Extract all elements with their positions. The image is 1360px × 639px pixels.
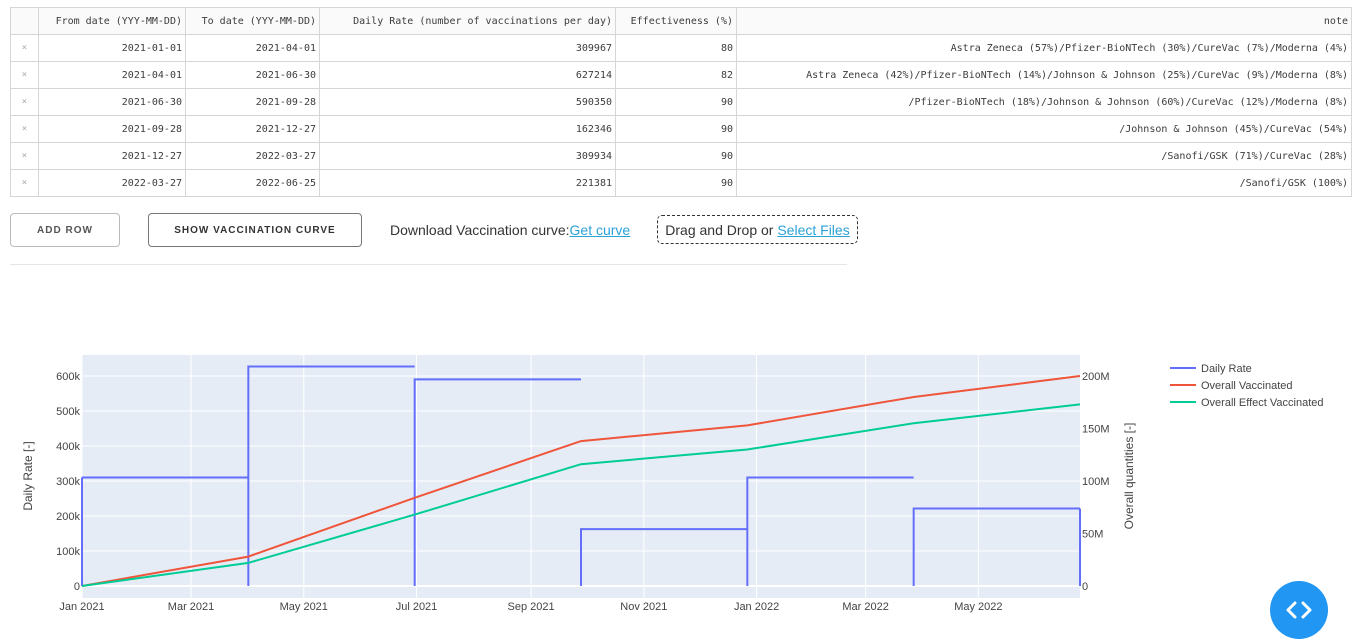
delete-row-icon[interactable]: ×	[10, 34, 39, 62]
table-row: × 2021-04-01 2021-06-30 627214 82 Astra …	[10, 61, 1352, 89]
delete-row-icon[interactable]: ×	[10, 88, 39, 116]
table-cell[interactable]: 90	[615, 115, 737, 143]
table-cell[interactable]: 221381	[319, 169, 616, 197]
legend-entry: Overall Vaccinated	[1201, 380, 1293, 392]
table-cell[interactable]: 2021-12-27	[185, 115, 320, 143]
x-tick-label: Mar 2022	[842, 601, 888, 613]
delete-column-header	[10, 7, 39, 35]
y-tick-label: 300k	[56, 476, 80, 488]
divider	[10, 264, 847, 265]
table-cell[interactable]: Astra Zeneca (57%)/Pfizer-BioNTech (30%)…	[736, 34, 1352, 62]
table-cell[interactable]: 2021-06-30	[185, 61, 320, 89]
x-tick-label: Jul 2021	[396, 601, 438, 613]
vaccination-chart: Jan 2021 Mar 2021 May 2021 Jul 2021 Sep 2021…	[21, 355, 1324, 613]
upload-label: Drag and Drop or	[665, 221, 774, 238]
table-cell[interactable]: Astra Zeneca (42%)/Pfizer-BioNTech (14%)…	[736, 61, 1352, 89]
chart-legend: Daily Rate Overall Vaccinated Overall Effe…	[1170, 363, 1324, 409]
table-cell[interactable]: 2022-03-27	[185, 142, 320, 170]
table-cell[interactable]: 309967	[319, 34, 616, 62]
get-curve-link[interactable]: Get curve	[570, 222, 631, 238]
table-cell[interactable]: 82	[615, 61, 737, 89]
x-tick-label: Jan 2021	[59, 601, 104, 613]
y2-tick-label: 0	[1082, 581, 1088, 593]
table-cell[interactable]: /Johnson & Johnson (45%)/CureVac (54%)	[736, 115, 1352, 143]
table-header-row: From date (YYY-MM-DD) To date (YYY-MM-DD…	[10, 7, 1352, 35]
x-tick-label: Mar 2021	[168, 601, 214, 613]
select-files-link[interactable]: Select Files	[777, 222, 849, 238]
table-cell[interactable]: 2021-09-28	[185, 88, 320, 116]
y-tick-label: 500k	[56, 406, 80, 418]
table-cell[interactable]: 2021-06-30	[38, 88, 186, 116]
y2-tick-label: 100M	[1082, 476, 1110, 488]
table-cell[interactable]: 2022-03-27	[38, 169, 186, 197]
table-cell[interactable]: 309934	[319, 142, 616, 170]
table-cell[interactable]: /Sanofi/GSK (71%)/CureVac (28%)	[736, 142, 1352, 170]
y-tick-label: 0	[74, 581, 80, 593]
y-tick-label: 100k	[56, 546, 80, 558]
column-header-effectiveness[interactable]: Effectiveness (%)	[615, 7, 737, 35]
x-tick-label: Jan 2022	[734, 601, 779, 613]
column-header-daily-rate[interactable]: Daily Rate (number of vaccinations per d…	[319, 7, 616, 35]
x-tick-label: Sep 2021	[508, 601, 555, 613]
y-tick-label: 600k	[56, 371, 80, 383]
code-toggle-button[interactable]	[1270, 581, 1328, 639]
legend-entry: Daily Rate	[1201, 363, 1252, 375]
x-tick-label: Nov 2021	[620, 601, 667, 613]
legend-entry: Overall Effect Vaccinated	[1201, 397, 1324, 409]
table-row: × 2021-06-30 2021-09-28 590350 90 /Pfize…	[10, 88, 1352, 116]
y2-tick-label: 150M	[1082, 424, 1110, 436]
y-axis-title: Daily Rate [-]	[21, 441, 35, 510]
table-cell[interactable]: 90	[615, 142, 737, 170]
show-vaccination-curve-button[interactable]: SHOW VACCINATION CURVE	[148, 213, 362, 247]
download-curve: Download Vaccination curve:Get curve	[390, 222, 630, 238]
table-cell[interactable]: 627214	[319, 61, 616, 89]
y-tick-label: 200k	[56, 511, 80, 523]
table-cell[interactable]: 80	[615, 34, 737, 62]
table-cell[interactable]: 590350	[319, 88, 616, 116]
table-cell[interactable]: 162346	[319, 115, 616, 143]
column-header-from-date[interactable]: From date (YYY-MM-DD)	[38, 7, 186, 35]
column-header-note[interactable]: note	[736, 7, 1352, 35]
y2-tick-label: 200M	[1082, 371, 1110, 383]
table-cell[interactable]: 90	[615, 88, 737, 116]
column-header-to-date[interactable]: To date (YYY-MM-DD)	[185, 7, 320, 35]
table-cell[interactable]: /Pfizer-BioNTech (18%)/Johnson & Johnson…	[736, 88, 1352, 116]
table-cell[interactable]: 2022-06-25	[185, 169, 320, 197]
table-cell[interactable]: 2021-01-01	[38, 34, 186, 62]
download-label: Download Vaccination curve:	[390, 222, 570, 238]
table-row: × 2021-09-28 2021-12-27 162346 90 /Johns…	[10, 115, 1352, 143]
y2-tick-label: 50M	[1082, 529, 1103, 541]
table-cell[interactable]: 2021-04-01	[38, 61, 186, 89]
table-row: × 2022-03-27 2022-06-25 221381 90 /Sanof…	[10, 169, 1352, 197]
x-tick-label: May 2022	[954, 601, 1002, 613]
delete-row-icon[interactable]: ×	[10, 142, 39, 170]
table-row: × 2021-12-27 2022-03-27 309934 90 /Sanof…	[10, 142, 1352, 170]
table-cell[interactable]: 2021-04-01	[185, 34, 320, 62]
vaccination-table: From date (YYY-MM-DD) To date (YYY-MM-DD…	[10, 7, 1352, 197]
y2-axis-title: Overall quantities [-]	[1122, 423, 1136, 530]
table-cell[interactable]: 2021-09-28	[38, 115, 186, 143]
x-tick-label: May 2021	[280, 601, 328, 613]
file-upload-dropzone[interactable]: Drag and Drop or Select Files	[657, 215, 858, 244]
delete-row-icon[interactable]: ×	[10, 169, 39, 197]
code-arrows-icon	[1286, 601, 1312, 619]
table-row: × 2021-01-01 2021-04-01 309967 80 Astra …	[10, 34, 1352, 62]
table-cell[interactable]: /Sanofi/GSK (100%)	[736, 169, 1352, 197]
table-cell[interactable]: 2021-12-27	[38, 142, 186, 170]
y-tick-label: 400k	[56, 441, 80, 453]
table-cell[interactable]: 90	[615, 169, 737, 197]
delete-row-icon[interactable]: ×	[10, 115, 39, 143]
delete-row-icon[interactable]: ×	[10, 61, 39, 89]
add-row-button[interactable]: ADD ROW	[10, 213, 120, 247]
vaccination-table-container: From date (YYY-MM-DD) To date (YYY-MM-DD…	[10, 7, 1352, 197]
